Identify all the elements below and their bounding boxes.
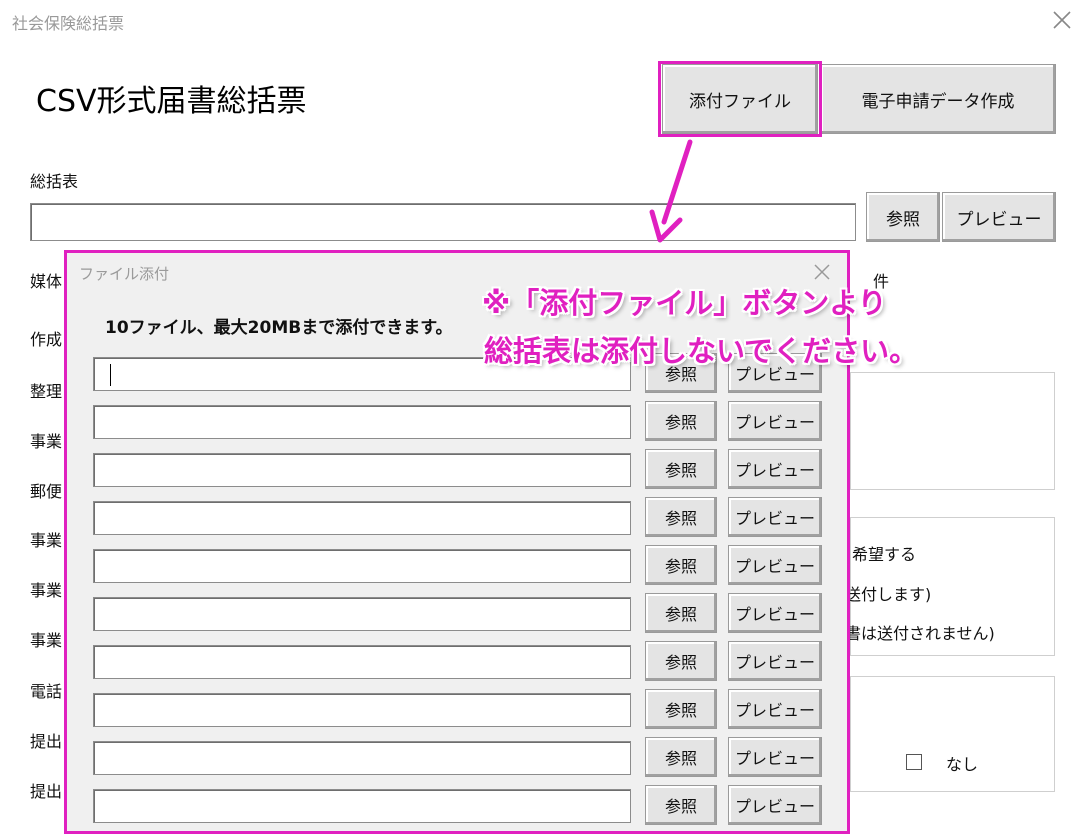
create-e-application-button[interactable]: 電子申請データ作成 xyxy=(820,64,1056,134)
attach-browse-button-8[interactable]: 参照 xyxy=(645,689,717,729)
text-caret xyxy=(110,364,111,386)
attach-browse-button-4[interactable]: 参照 xyxy=(645,497,717,537)
attach-file-input-2[interactable] xyxy=(93,405,631,439)
close-icon[interactable] xyxy=(1050,8,1074,32)
form-label-office3: 事業 xyxy=(30,581,63,600)
attach-preview-button-5[interactable]: プレビュー xyxy=(728,545,822,585)
form-label-office2: 事業 xyxy=(30,531,63,550)
attach-preview-button-3[interactable]: プレビュー xyxy=(728,449,822,489)
attach-preview-button-10[interactable]: プレビュー xyxy=(728,785,822,825)
attach-file-input-7[interactable] xyxy=(93,645,631,679)
attach-preview-button-8[interactable]: プレビュー xyxy=(728,689,822,729)
attach-preview-button-4[interactable]: プレビュー xyxy=(728,497,822,537)
none-label: なし xyxy=(946,755,979,774)
form-label-office1: 事業 xyxy=(30,432,63,451)
attach-browse-button-3[interactable]: 参照 xyxy=(645,449,717,489)
attach-browse-button-6[interactable]: 参照 xyxy=(645,593,717,633)
remarks-frame xyxy=(850,372,1055,490)
attach-file-input-8[interactable] xyxy=(93,693,631,727)
form-label-office4: 事業 xyxy=(30,631,63,650)
attach-browse-button-2[interactable]: 参照 xyxy=(645,401,717,441)
form-label-phone: 電話 xyxy=(30,682,63,701)
annotation-line-2: 総括表は添付しないでください。 xyxy=(484,334,919,368)
annotation-arrow-icon xyxy=(649,139,693,243)
attach-preview-button-6[interactable]: プレビュー xyxy=(728,593,822,633)
option-nosend-text: 書は送付されません) xyxy=(845,624,995,643)
attach-button-highlight xyxy=(658,61,822,137)
summary-preview-button[interactable]: プレビュー xyxy=(942,192,1056,242)
attach-file-input-9[interactable] xyxy=(93,741,631,775)
attach-preview-button-2[interactable]: プレビュー xyxy=(728,401,822,441)
form-label-ref: 整理 xyxy=(30,382,63,401)
dialog-header: 10ファイル、最大20MBまで添付できます。 xyxy=(105,318,453,338)
window-title: 社会保険総括票 xyxy=(12,14,125,33)
annotation-line-1: ※「添付ファイル」ボタンより xyxy=(482,286,887,320)
form-label-created: 作成 xyxy=(30,330,63,349)
summary-file-input[interactable] xyxy=(30,203,856,241)
option-wish-text: 希望する xyxy=(852,545,917,564)
attach-browse-button-10[interactable]: 参照 xyxy=(645,785,717,825)
summary-label: 総括表 xyxy=(30,172,79,191)
attach-browse-button-5[interactable]: 参照 xyxy=(645,545,717,585)
attach-file-input-6[interactable] xyxy=(93,597,631,631)
form-label-submit1: 提出 xyxy=(30,732,63,751)
none-checkbox[interactable] xyxy=(906,754,922,770)
option-send-text: 送付します) xyxy=(845,585,932,604)
form-label-submit2: 提出 xyxy=(30,782,63,801)
attach-browse-button-9[interactable]: 参照 xyxy=(645,737,717,777)
attach-preview-button-9[interactable]: プレビュー xyxy=(728,737,822,777)
page-title: CSV形式届書総括票 xyxy=(36,84,307,119)
attach-file-input-5[interactable] xyxy=(93,549,631,583)
dialog-title: ファイル添付 xyxy=(79,265,170,283)
summary-browse-button[interactable]: 参照 xyxy=(866,192,940,242)
attach-file-input-10[interactable] xyxy=(93,789,631,823)
attach-file-input-4[interactable] xyxy=(93,501,631,535)
attach-preview-button-7[interactable]: プレビュー xyxy=(728,641,822,681)
form-label-postal: 郵便 xyxy=(30,482,63,501)
attach-file-input-3[interactable] xyxy=(93,453,631,487)
attach-browse-button-7[interactable]: 参照 xyxy=(645,641,717,681)
form-label-media: 媒体 xyxy=(30,272,63,291)
